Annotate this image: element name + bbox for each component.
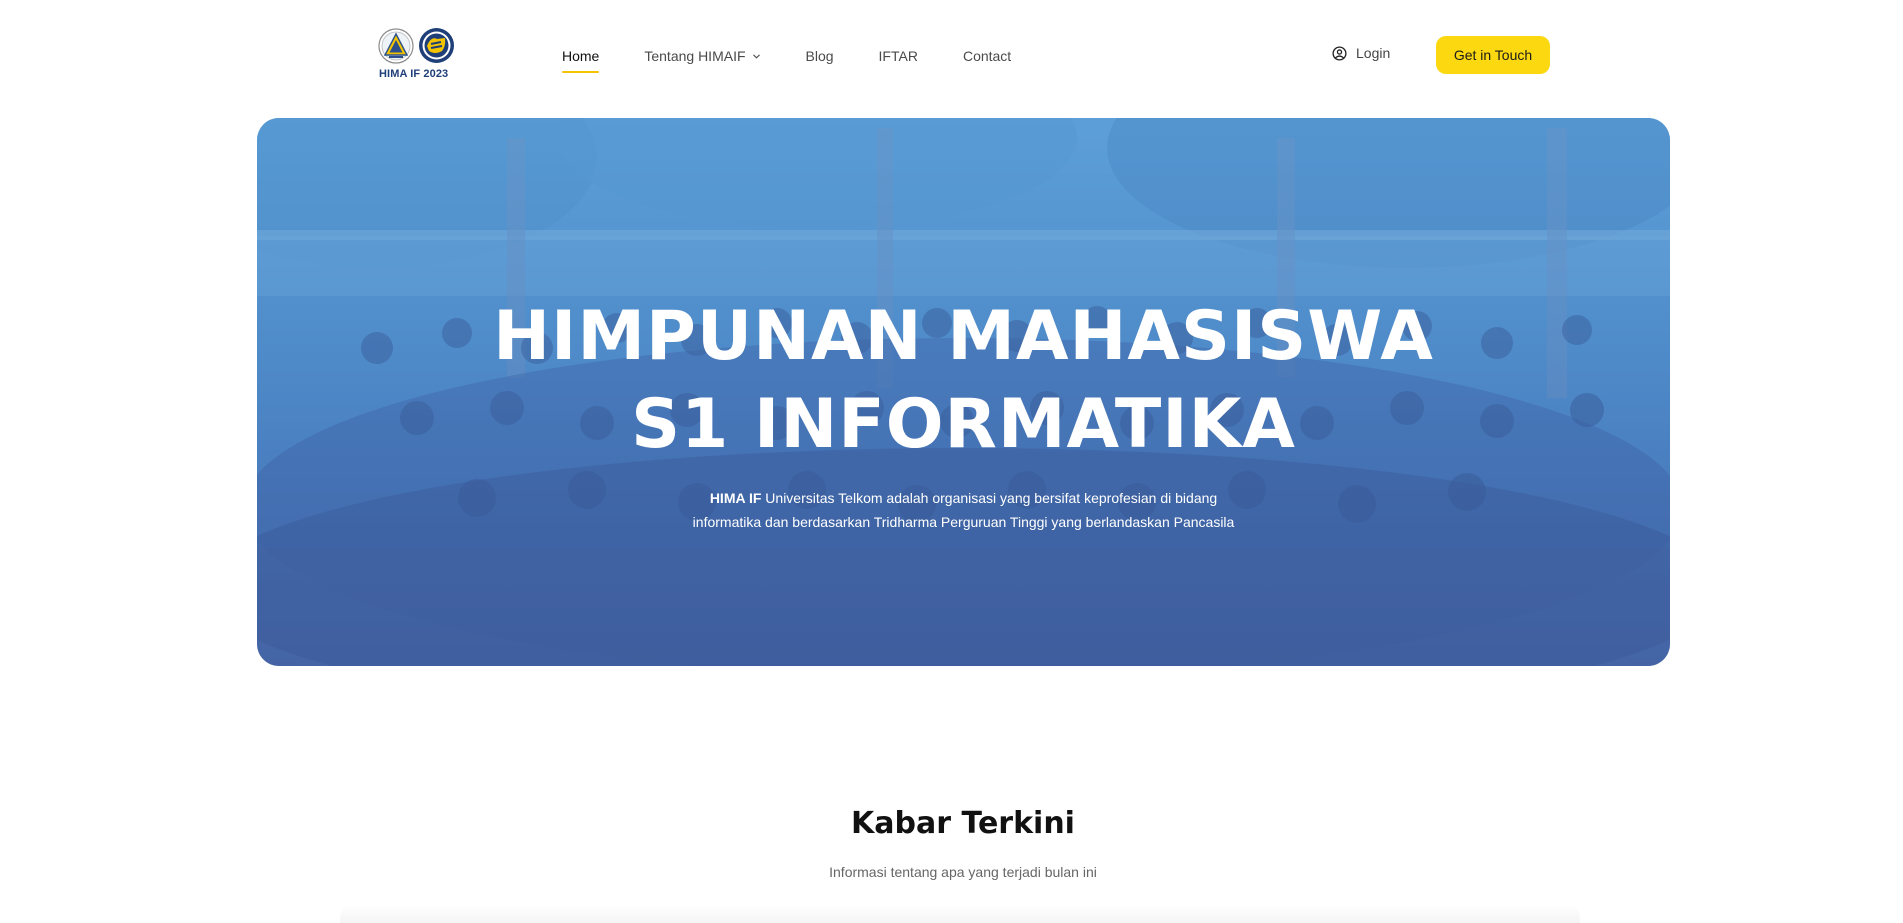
nav-item-label: IFTAR: [878, 48, 918, 64]
user-circle-icon: [1332, 45, 1347, 61]
logo-emblems: [378, 26, 456, 66]
university-emblem-icon: [378, 28, 414, 64]
nav-item-label: Blog: [805, 48, 834, 64]
nav-item-label: Contact: [962, 48, 1012, 64]
get-in-touch-button[interactable]: Get in Touch: [1436, 36, 1550, 74]
hero-description-text: Universitas Telkom adalah organisasi yan…: [692, 490, 1235, 530]
chevron-down-icon: [752, 54, 760, 59]
news-section-subtitle: Informasi tentang apa yang terjadi bulan…: [829, 864, 1097, 880]
himaif-emblem-icon: [419, 28, 454, 63]
hero-title-line2: S1 INFORMATIKA: [631, 385, 1296, 464]
news-section-title: Kabar Terkini: [851, 806, 1075, 841]
news-cards-preview: [340, 905, 1580, 923]
nav-item-label: Home: [562, 48, 600, 64]
nav-item-iftar[interactable]: IFTAR: [879, 48, 918, 64]
get-in-touch-label: Get in Touch: [1453, 47, 1533, 63]
nav-item-home[interactable]: Home: [562, 48, 600, 73]
site-header: HIMA IF 2023 Home Tentang HIMAIF Blog IF…: [0, 0, 1903, 108]
hero-description: HIMA IF Universitas Telkom adalah organi…: [687, 486, 1240, 534]
login-label: Login: [1356, 45, 1391, 61]
nav-item-label: Tentang HIMAIF: [644, 48, 746, 64]
hero-title-line1: HIMPUNAN MAHASISWA: [493, 297, 1434, 376]
hero-banner: HIMPUNAN MAHASISWA S1 INFORMATIKA HIMA I…: [257, 118, 1670, 666]
site-logo[interactable]: HIMA IF 2023: [378, 26, 456, 84]
nav-item-blog[interactable]: Blog: [806, 48, 834, 64]
hero-description-brand: HIMA IF: [709, 490, 762, 506]
login-link[interactable]: Login: [1332, 45, 1390, 61]
logo-text: HIMA IF 2023: [379, 68, 449, 80]
hero-title: HIMPUNAN MAHASISWA S1 INFORMATIKA: [257, 293, 1670, 469]
nav-item-tentang-himaif[interactable]: Tentang HIMAIF: [644, 48, 760, 64]
nav-item-contact[interactable]: Contact: [963, 48, 1011, 64]
main-nav: Home Tentang HIMAIF Blog IFTAR Contact: [562, 46, 1056, 73]
